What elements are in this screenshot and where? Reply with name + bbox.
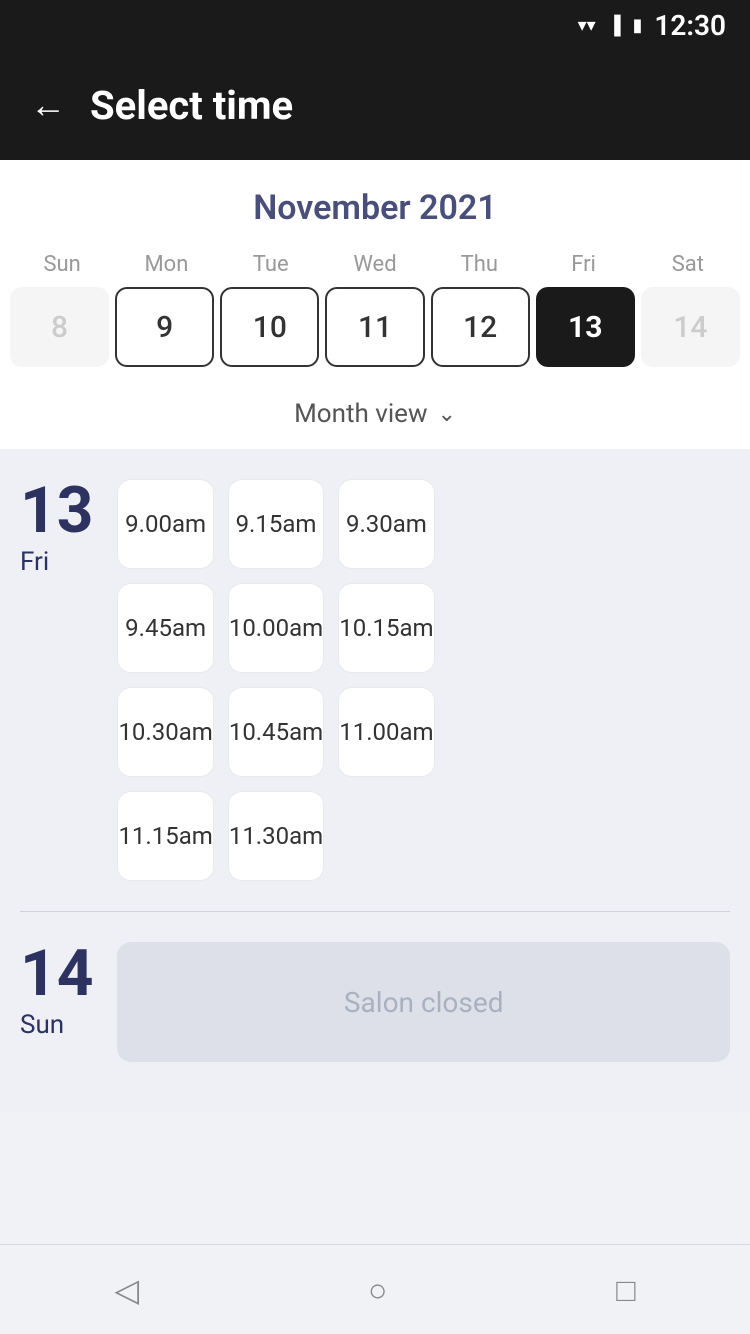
date-cell-13[interactable]: 13	[536, 287, 635, 367]
time-slot-915am[interactable]: 9.15am	[228, 479, 324, 569]
time-slot-1100am[interactable]: 11.00am	[338, 687, 434, 777]
time-slot-900am[interactable]: 9.00am	[117, 479, 213, 569]
day-info-13: 13 Fri	[20, 479, 93, 577]
wifi-icon: ▾▾	[578, 15, 596, 36]
calendar-section: November 2021 Sun Mon Tue Wed Thu Fri Sa…	[0, 160, 750, 449]
page-title: Select time	[90, 82, 293, 129]
time-slot-1045am[interactable]: 10.45am	[228, 687, 324, 777]
bottom-navigation: ◁ ○ □	[0, 1244, 750, 1334]
day-block-14: 14 Sun Salon closed	[20, 942, 730, 1062]
chevron-down-icon: ⌄	[437, 402, 455, 427]
weekday-sat: Sat	[636, 252, 740, 277]
time-slot-1130am[interactable]: 11.30am	[228, 791, 324, 881]
day-info-14: 14 Sun	[20, 942, 93, 1040]
date-cell-11[interactable]: 11	[325, 287, 424, 367]
day-header-13: 13 Fri 9.00am 9.15am 9.30am 9.45am 10.00…	[20, 479, 730, 881]
weekday-sun: Sun	[10, 252, 114, 277]
salon-closed-message: Salon closed	[117, 942, 730, 1062]
weekday-mon: Mon	[114, 252, 218, 277]
nav-back-icon[interactable]: ◁	[114, 1271, 139, 1309]
status-time: 12:30	[654, 9, 726, 42]
time-slot-1115am[interactable]: 11.15am	[117, 791, 213, 881]
time-slot-945am[interactable]: 9.45am	[117, 583, 213, 673]
day-name-13: Fri	[20, 547, 93, 577]
date-cell-14[interactable]: 14	[641, 287, 740, 367]
battery-icon: ▮	[632, 15, 642, 36]
weekday-tue: Tue	[219, 252, 323, 277]
month-view-toggle[interactable]: Month view ⌄	[0, 385, 750, 449]
weekday-wed: Wed	[323, 252, 427, 277]
time-slot-1000am[interactable]: 10.00am	[228, 583, 324, 673]
time-grid-13: 9.00am 9.15am 9.30am 9.45am 10.00am 10.1…	[117, 479, 434, 881]
back-button[interactable]: ←	[30, 87, 66, 123]
month-year-title: November 2021	[0, 188, 750, 228]
header: ← Select time	[0, 50, 750, 160]
signal-icon: ▐	[608, 15, 621, 36]
weekday-fri: Fri	[531, 252, 635, 277]
day-number-13: 13	[20, 479, 93, 543]
day-divider	[20, 911, 730, 912]
closed-block-14: 14 Sun Salon closed	[20, 942, 730, 1062]
time-slot-1030am[interactable]: 10.30am	[117, 687, 213, 777]
nav-home-icon[interactable]: ○	[368, 1271, 387, 1309]
date-cell-9[interactable]: 9	[115, 287, 214, 367]
time-slot-930am[interactable]: 9.30am	[338, 479, 434, 569]
weekday-thu: Thu	[427, 252, 531, 277]
weekday-headers: Sun Mon Tue Wed Thu Fri Sat	[0, 252, 750, 277]
day-block-13: 13 Fri 9.00am 9.15am 9.30am 9.45am 10.00…	[20, 479, 730, 881]
day-number-14: 14	[20, 942, 93, 1006]
nav-recent-icon[interactable]: □	[616, 1271, 635, 1309]
date-cell-12[interactable]: 12	[431, 287, 530, 367]
time-slots-section: 13 Fri 9.00am 9.15am 9.30am 9.45am 10.00…	[0, 449, 750, 1112]
date-cell-10[interactable]: 10	[220, 287, 319, 367]
status-bar: ▾▾ ▐ ▮ 12:30	[0, 0, 750, 50]
time-slot-1015am[interactable]: 10.15am	[338, 583, 434, 673]
date-cell-8[interactable]: 8	[10, 287, 109, 367]
month-view-label: Month view	[294, 399, 427, 429]
day-name-14: Sun	[20, 1010, 93, 1040]
dates-row: 8 9 10 11 12 13 14	[0, 287, 750, 367]
